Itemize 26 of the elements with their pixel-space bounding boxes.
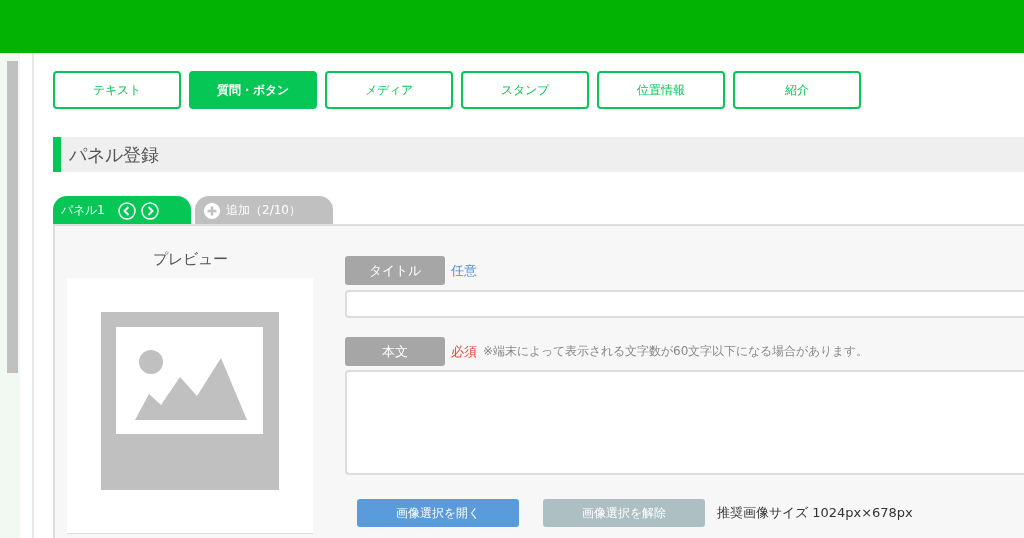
next-icon[interactable] — [140, 201, 159, 220]
message-type-tab[interactable]: 位置情報 — [597, 71, 725, 109]
required-label: 必須 — [451, 342, 477, 361]
add-panel-tab[interactable]: 追加（2/10） — [195, 196, 333, 225]
field-label: 本文 — [345, 337, 445, 366]
previous-icon[interactable] — [117, 201, 136, 220]
message-type-tab[interactable]: スタンプ — [461, 71, 589, 109]
message-type-tab[interactable]: テキスト — [53, 71, 181, 109]
open-image-button[interactable]: 画像選択を開く — [357, 499, 519, 527]
body-textarea[interactable] — [345, 370, 1024, 475]
image-size-note: 推奨画像サイズ 1024px×678px — [717, 504, 913, 522]
panel-tab[interactable]: パネル1 — [53, 196, 191, 225]
image-placeholder-icon — [101, 312, 279, 490]
title-input[interactable] — [345, 290, 1024, 318]
plus-icon — [203, 201, 221, 220]
section-title: パネル登録 — [53, 137, 1024, 172]
scrollbar[interactable] — [7, 61, 18, 373]
message-type-tab[interactable]: メディア — [325, 71, 453, 109]
field-note: ※端末によって表示される文字数が60文字以下になる場合があります。 — [483, 343, 869, 360]
message-type-tab[interactable]: 質問・ボタン — [189, 71, 317, 109]
preview-label: プレビュー — [152, 250, 228, 270]
panel-tab-label: 追加（2/10） — [226, 202, 301, 219]
message-type-tab[interactable]: 紹介 — [733, 71, 861, 109]
optional-label: 任意 — [451, 261, 477, 280]
panel-tab-label: パネル1 — [61, 202, 105, 219]
field-label: タイトル — [345, 256, 445, 285]
